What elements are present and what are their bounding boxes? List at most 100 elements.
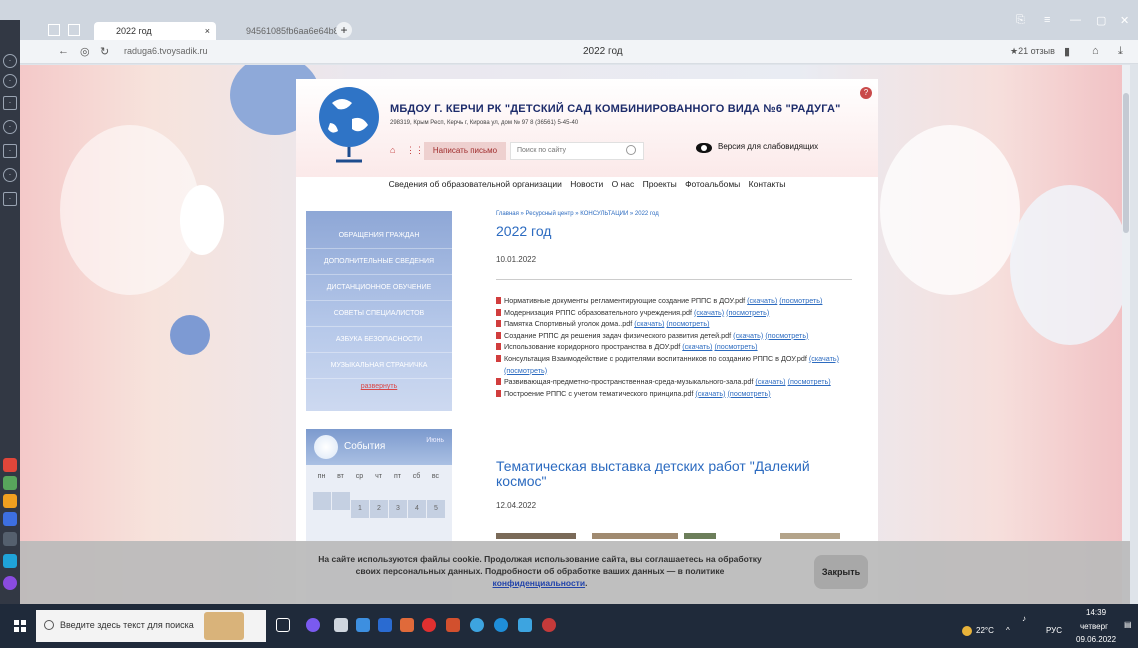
language-indicator[interactable]: РУС xyxy=(1046,626,1062,635)
stack-icon[interactable] xyxy=(446,618,460,632)
download-link[interactable]: (скачать) xyxy=(747,296,777,305)
task-view-icon[interactable] xyxy=(276,618,290,632)
windows-start-icon[interactable] xyxy=(14,620,26,632)
cookie-close-button[interactable]: Закрыть xyxy=(814,555,868,589)
download-link[interactable]: (скачать) xyxy=(733,331,763,340)
nav-item-about[interactable]: О нас xyxy=(612,179,635,189)
post-heading[interactable]: Тематическая выставка детских работ "Дал… xyxy=(496,459,836,489)
collections-icon[interactable]: · xyxy=(3,96,17,110)
menu-icon[interactable]: ≡ xyxy=(1044,14,1050,26)
new-tab-button[interactable]: + xyxy=(336,22,352,38)
download-link[interactable]: (скачать) xyxy=(634,319,664,328)
nav-item-projects[interactable]: Проекты xyxy=(643,179,677,189)
chevron-up-icon[interactable]: ^ xyxy=(1006,626,1010,635)
download-link[interactable]: (скачать) xyxy=(755,377,785,386)
app-icon-green[interactable] xyxy=(3,476,17,490)
photo-thumbnail[interactable] xyxy=(592,533,678,539)
tab-icon[interactable]: · xyxy=(3,192,17,206)
eye-icon[interactable] xyxy=(696,143,712,153)
opera-icon[interactable] xyxy=(422,618,436,632)
photo-thumbnail[interactable] xyxy=(684,533,716,539)
taskbar-search-input[interactable]: Введите здесь текст для поиска xyxy=(36,610,266,642)
nav-item-albums[interactable]: Фотоальбомы xyxy=(685,179,740,189)
nav-item-news[interactable]: Новости xyxy=(570,179,603,189)
help-icon[interactable]: ? xyxy=(860,87,872,99)
home-icon[interactable]: ⌂ xyxy=(390,145,400,155)
alice-icon[interactable] xyxy=(3,576,17,590)
star-icon[interactable]: · xyxy=(3,120,17,134)
sidebar-item-advice[interactable]: СОВЕТЫ СПЕЦИАЛИСТОВ xyxy=(306,301,452,327)
view-link[interactable]: (посмотреть) xyxy=(504,366,547,375)
write-letter-button[interactable]: Написать письмо xyxy=(424,142,506,160)
calendar-day[interactable]: 3 xyxy=(389,500,407,518)
mail-taskbar-icon[interactable] xyxy=(378,618,392,632)
calendar-day[interactable]: 2 xyxy=(370,500,388,518)
photo-thumbnail[interactable] xyxy=(780,533,840,539)
back-icon[interactable]: ← xyxy=(58,45,69,57)
store-icon[interactable] xyxy=(356,618,370,632)
sidebar-item-distance[interactable]: ДИСТАНЦИОННОЕ ОБУЧЕНИЕ xyxy=(306,275,452,301)
site-search-input[interactable]: Поиск по сайту xyxy=(510,142,644,160)
app-icon-blue[interactable] xyxy=(3,512,17,526)
add-icon[interactable] xyxy=(3,532,17,546)
photos-icon[interactable] xyxy=(518,618,532,632)
view-link[interactable]: (посмотреть) xyxy=(788,377,831,386)
yandex-browser-icon[interactable] xyxy=(542,618,556,632)
tab-counter-icon[interactable] xyxy=(48,24,60,36)
weather-icon[interactable] xyxy=(962,626,972,636)
clock-time[interactable]: 14:39 xyxy=(1086,608,1106,617)
tab-active[interactable]: 2022 год × xyxy=(94,22,216,40)
mail-icon[interactable] xyxy=(3,494,17,508)
view-link[interactable]: (посмотреть) xyxy=(726,308,769,317)
breadcrumb[interactable]: Главная » Ресурсный центр » КОНСУЛЬТАЦИИ… xyxy=(496,211,659,217)
download-link[interactable]: (скачать) xyxy=(682,342,712,351)
notes-icon[interactable]: · xyxy=(3,144,17,158)
calendar-day[interactable]: 4 xyxy=(408,500,426,518)
reader-icon[interactable]: ⌂ xyxy=(1092,45,1099,57)
calendar-month[interactable]: Июнь xyxy=(426,437,444,444)
view-link[interactable]: (посмотреть) xyxy=(714,342,757,351)
close-icon[interactable]: × xyxy=(205,22,210,40)
expand-link[interactable]: развернуть xyxy=(306,383,452,390)
alice-taskbar-icon[interactable] xyxy=(306,618,320,632)
reload-icon[interactable]: ↻ xyxy=(100,45,109,58)
nav-item-contacts[interactable]: Контакты xyxy=(749,179,786,189)
privacy-policy-link[interactable]: конфиденциальности xyxy=(493,578,586,588)
office-icon[interactable] xyxy=(400,618,414,632)
calendar-day[interactable]: 1 xyxy=(351,500,369,518)
page-scrollbar[interactable] xyxy=(1122,65,1130,604)
photo-thumbnail[interactable] xyxy=(496,533,576,539)
download-link[interactable]: (скачать) xyxy=(694,308,724,317)
tab-second[interactable]: 94561085fb6aa6e64b885 xyxy=(224,22,349,40)
volume-icon[interactable]: ♪ xyxy=(1022,614,1026,623)
bookmark-icon[interactable]: ▮ xyxy=(1064,45,1070,58)
sidebar-item-safety[interactable]: АЗБУКА БЕЗОПАСНОСТИ xyxy=(306,327,452,353)
maximize-icon[interactable]: ▢ xyxy=(1096,14,1106,27)
view-link[interactable]: (посмотреть) xyxy=(728,389,771,398)
view-link[interactable]: (посмотреть) xyxy=(666,319,709,328)
protect-icon[interactable]: ◎ xyxy=(80,45,90,58)
play-icon[interactable]: · xyxy=(3,168,17,182)
app-icon-cyan[interactable] xyxy=(3,554,17,568)
nav-item-info[interactable]: Сведения об образовательной организации xyxy=(389,179,562,189)
weather-temp[interactable]: 22°C xyxy=(976,626,994,635)
chrome-icon[interactable] xyxy=(470,618,484,632)
minimize-icon[interactable]: — xyxy=(1070,14,1081,26)
download-link[interactable]: (скачать) xyxy=(809,354,839,363)
app-icon-red[interactable] xyxy=(3,458,17,472)
bell-icon[interactable]: · xyxy=(3,54,17,68)
url-field[interactable]: raduga6.tvoysadik.ru xyxy=(124,46,208,56)
tabs-icon[interactable] xyxy=(68,24,80,36)
view-link[interactable]: (посмотреть) xyxy=(779,296,822,305)
sidebar-item-appeals[interactable]: ОБРАЩЕНИЯ ГРАЖДАН xyxy=(306,223,452,249)
reviews-link[interactable]: ★21 отзыв xyxy=(1010,46,1055,57)
view-link[interactable]: (посмотреть) xyxy=(765,331,808,340)
download-link[interactable]: (скачать) xyxy=(695,389,725,398)
calculator-icon[interactable] xyxy=(334,618,348,632)
sidebar-item-additional[interactable]: ДОПОЛНИТЕЛЬНЫЕ СВЕДЕНИЯ xyxy=(306,249,452,275)
bookmarks-icon[interactable]: ⎘ xyxy=(1016,14,1025,27)
low-vision-link[interactable]: Версия для слабовидящих xyxy=(718,142,818,151)
edge-icon[interactable] xyxy=(494,618,508,632)
calendar-day[interactable]: 5 xyxy=(427,500,445,518)
sitemap-icon[interactable]: ⋮⋮ xyxy=(406,145,424,155)
